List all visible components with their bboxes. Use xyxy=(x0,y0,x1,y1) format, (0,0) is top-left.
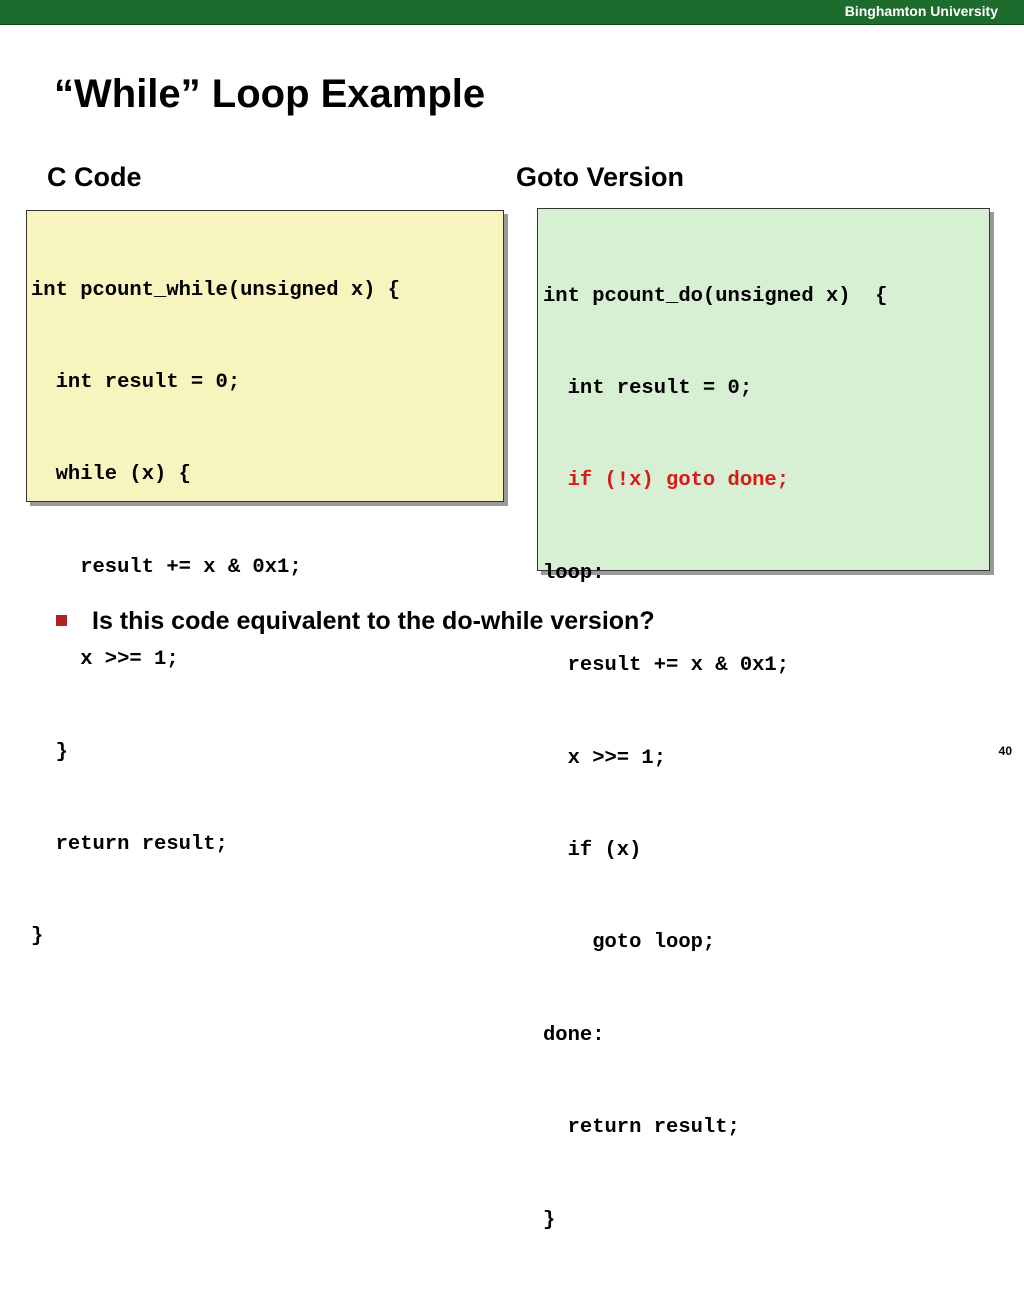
code-line: int result = 0; xyxy=(31,370,241,394)
slide-title: “While” Loop Example xyxy=(54,72,486,116)
code-line: } xyxy=(31,740,68,764)
goto-code-block: int pcount_do(unsigned x) { int result =… xyxy=(538,209,989,1298)
bullet-text: Is this code equivalent to the do-while … xyxy=(92,607,655,635)
highlighted-code-line: if (!x) goto done; xyxy=(543,469,790,493)
code-line: return result; xyxy=(31,832,228,856)
code-line: done: xyxy=(543,1023,605,1047)
header-bar: Binghamton University xyxy=(0,0,1024,25)
c-code-label: C Code xyxy=(47,162,142,192)
code-line: int pcount_do(unsigned x) { xyxy=(543,284,888,308)
code-line: result += x & 0x1; xyxy=(31,555,302,579)
code-line: x >>= 1; xyxy=(543,746,667,770)
code-line: x >>= 1; xyxy=(31,648,179,672)
code-line: result += x & 0x1; xyxy=(543,654,790,678)
c-code-box: int pcount_while(unsigned x) { int resul… xyxy=(26,210,504,948)
code-line: } xyxy=(543,1208,556,1232)
code-line: loop: xyxy=(543,561,605,585)
code-line: if (x) xyxy=(543,838,642,862)
university-name: Binghamton University xyxy=(844,3,998,19)
page-number: 40 xyxy=(998,744,1012,758)
square-bullet-icon xyxy=(56,615,67,626)
code-line: int pcount_while(unsigned x) { xyxy=(31,278,401,302)
code-line: while (x) { xyxy=(31,463,191,487)
goto-code-box: int pcount_do(unsigned x) { int result =… xyxy=(537,208,990,1232)
code-line: } xyxy=(31,925,44,949)
code-line: return result; xyxy=(543,1116,740,1140)
goto-version-label: Goto Version xyxy=(516,162,685,192)
code-line: int result = 0; xyxy=(543,376,753,400)
code-line: goto loop; xyxy=(543,931,716,955)
